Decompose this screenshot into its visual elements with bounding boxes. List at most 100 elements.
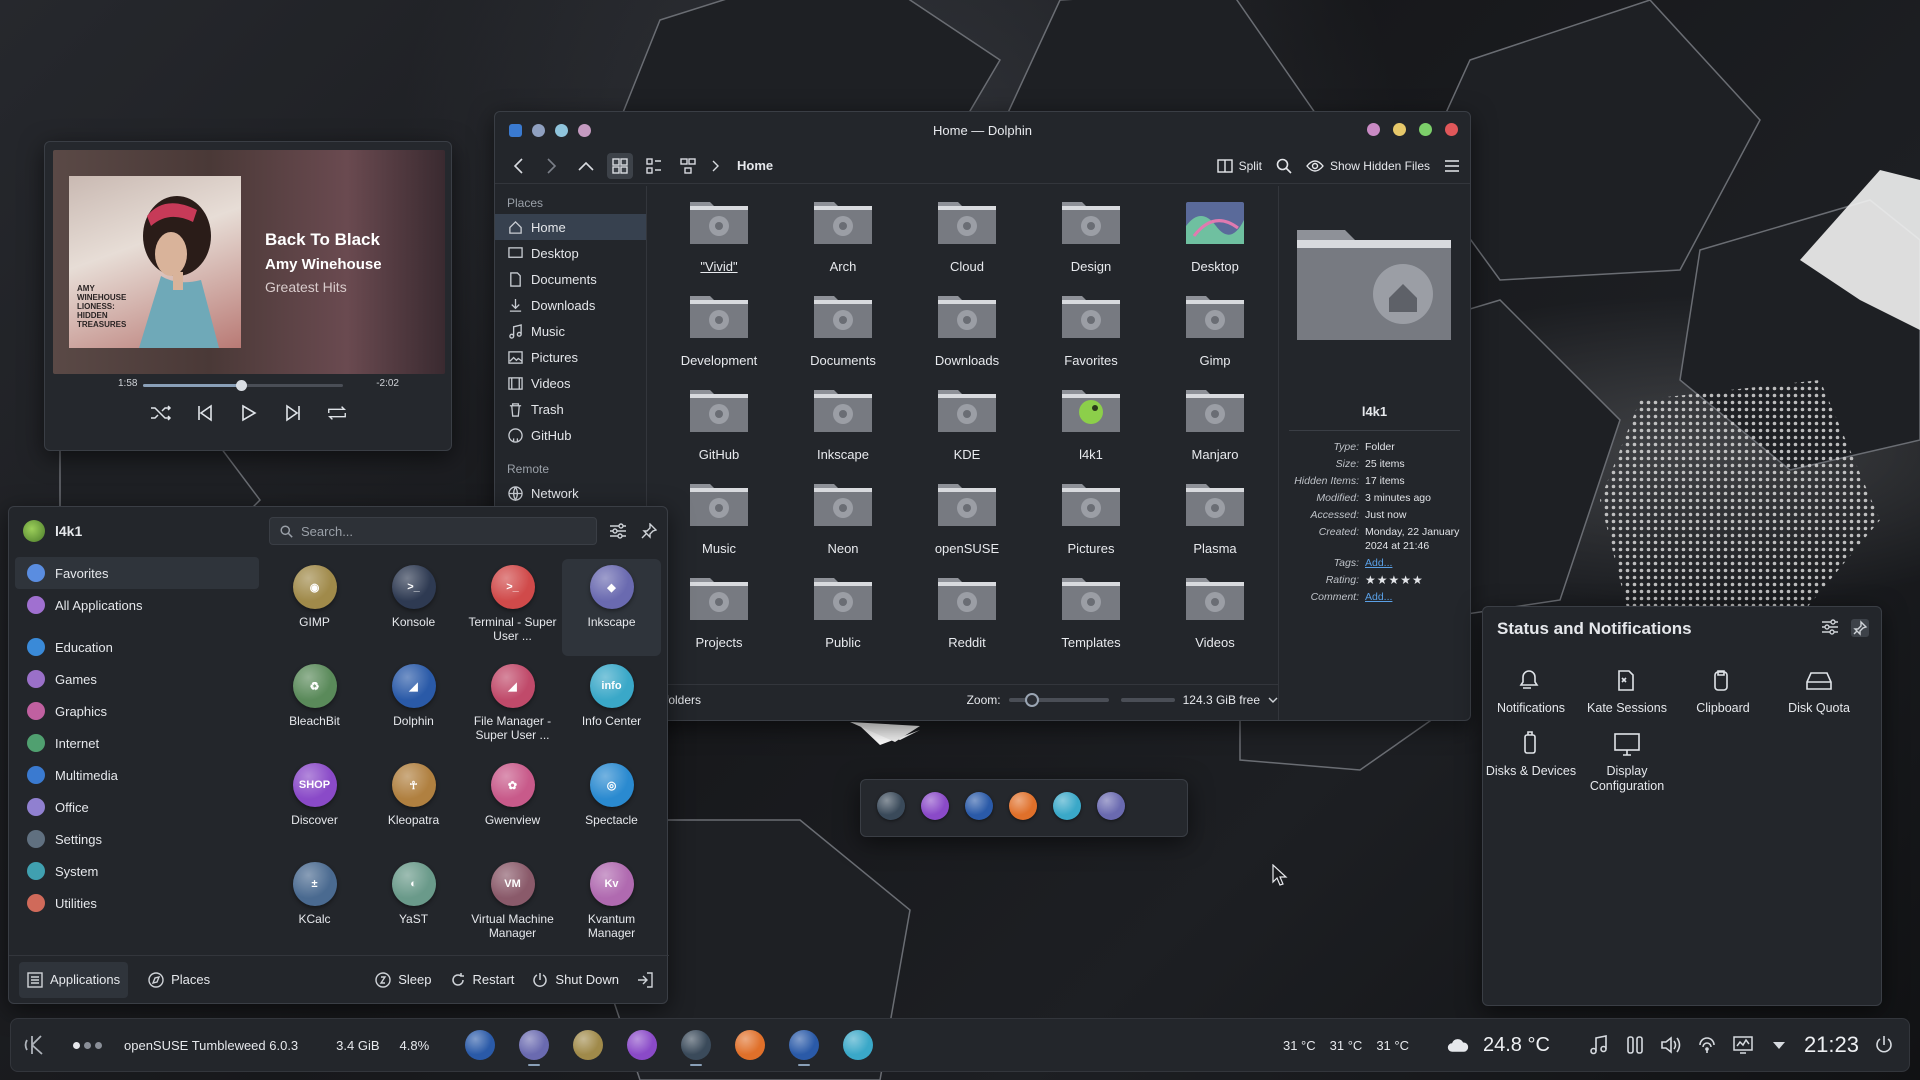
folder-item[interactable]: Cloud <box>905 192 1029 278</box>
app-inkscape[interactable]: ◆ Inkscape <box>562 559 661 656</box>
places-item-trash[interactable]: Trash <box>495 396 646 422</box>
leave-button[interactable] <box>629 962 661 998</box>
window-titlebar[interactable]: Home — Dolphin <box>495 112 1470 148</box>
folder-item[interactable]: Music <box>657 474 781 560</box>
app-gwenview[interactable]: ✿ Gwenview <box>463 757 562 854</box>
seek-bar[interactable]: 1:58 -2:02 <box>55 375 445 393</box>
applications-tab[interactable]: Applications <box>19 961 129 998</box>
app-virtual-machine-manager[interactable]: VM Virtual Machine Manager <box>463 856 562 953</box>
taskbar-app-icon[interactable] <box>735 1030 766 1060</box>
folder-item[interactable]: Videos <box>1153 568 1277 654</box>
places-tab[interactable]: Places <box>140 962 218 998</box>
places-item-music[interactable]: Music <box>495 318 646 344</box>
tray-expand-icon[interactable] <box>1768 1034 1790 1056</box>
info-add-link[interactable]: Add... <box>1365 556 1465 570</box>
avatar[interactable] <box>23 520 45 542</box>
taskbar-app-icon[interactable] <box>519 1030 550 1066</box>
weather-icon[interactable] <box>1447 1034 1469 1056</box>
folder-item[interactable]: Gimp <box>1153 286 1277 372</box>
details-view-icon[interactable] <box>675 153 701 179</box>
folder-item[interactable]: l4k1 <box>1029 380 1153 466</box>
show-hidden-files-button[interactable]: Show Hidden Files <box>1306 159 1430 173</box>
info-value[interactable]: ★★★★★ <box>1365 573 1465 587</box>
dock-app-icon[interactable] <box>1053 792 1081 820</box>
folder-item[interactable]: Public <box>781 568 905 654</box>
power-icon[interactable] <box>1873 1034 1895 1056</box>
folder-item[interactable]: Downloads <box>905 286 1029 372</box>
category-internet[interactable]: Internet <box>15 727 259 759</box>
close-button[interactable] <box>1445 123 1458 136</box>
app-kvantum-manager[interactable]: Kv Kvantum Manager <box>562 856 661 953</box>
user-profile[interactable]: l4k1 <box>9 520 261 542</box>
back-icon[interactable] <box>505 153 531 179</box>
configure-icon[interactable] <box>609 523 627 539</box>
category-settings[interactable]: Settings <box>15 823 259 855</box>
folder-item[interactable]: Favorites <box>1029 286 1153 372</box>
split-button[interactable]: Split <box>1216 158 1262 174</box>
folder-item[interactable]: Inkscape <box>781 380 905 466</box>
folder-item[interactable]: GitHub <box>657 380 781 466</box>
configure-icon[interactable] <box>1821 619 1839 635</box>
clock[interactable]: 21:23 <box>1804 1032 1859 1058</box>
pin-icon[interactable] <box>641 523 657 539</box>
places-item-videos[interactable]: Videos <box>495 370 646 396</box>
hamburger-menu-button[interactable] <box>1444 159 1460 173</box>
app-discover[interactable]: SHOP Discover <box>265 757 364 854</box>
restart-button[interactable]: Restart <box>442 962 523 998</box>
folder-item[interactable]: Plasma <box>1153 474 1277 560</box>
folder-item[interactable]: Development <box>657 286 781 372</box>
breadcrumb[interactable]: Home <box>737 158 773 173</box>
places-item-desktop[interactable]: Desktop <box>495 240 646 266</box>
maximize-button[interactable] <box>1419 123 1432 136</box>
folder-item[interactable]: Design <box>1029 192 1153 278</box>
folder-item[interactable]: Projects <box>657 568 781 654</box>
folder-item[interactable]: Desktop <box>1153 192 1277 278</box>
category-office[interactable]: Office <box>15 791 259 823</box>
minimize-button[interactable] <box>1393 123 1406 136</box>
folder-item[interactable]: Manjaro <box>1153 380 1277 466</box>
folder-item[interactable]: KDE <box>905 380 1029 466</box>
folder-item[interactable]: "Vivid" <box>657 192 781 278</box>
places-item-pictures[interactable]: Pictures <box>495 344 646 370</box>
taskbar-app-icon[interactable] <box>573 1030 604 1060</box>
dock-app-icon[interactable] <box>1097 792 1125 820</box>
category-graphics[interactable]: Graphics <box>15 695 259 727</box>
zoom-slider[interactable] <box>1008 692 1109 707</box>
chevron-down-icon[interactable] <box>1268 696 1278 704</box>
app-launcher-button[interactable] <box>17 1025 57 1065</box>
repeat-icon[interactable] <box>326 402 348 424</box>
dock-app-icon[interactable] <box>965 792 993 820</box>
system-monitor-icon[interactable] <box>1732 1034 1754 1056</box>
seek-track[interactable] <box>143 380 343 391</box>
dock-app-icon[interactable] <box>921 792 949 820</box>
search-button[interactable] <box>1276 158 1292 174</box>
app-terminal-super-user[interactable]: >_ Terminal - Super User ... <box>463 559 562 656</box>
seek-handle[interactable] <box>236 380 247 391</box>
status-item-clipboard[interactable]: Clipboard <box>1675 667 1771 716</box>
play-icon[interactable] <box>238 402 260 424</box>
sleep-button[interactable]: Sleep <box>367 962 439 998</box>
places-item-home[interactable]: Home <box>495 214 646 240</box>
status-item-display-configuration[interactable]: Display Configuration <box>1579 730 1675 794</box>
folder-item[interactable]: Documents <box>781 286 905 372</box>
folder-item[interactable]: Pictures <box>1029 474 1153 560</box>
places-item-downloads[interactable]: Downloads <box>495 292 646 318</box>
volume-icon[interactable] <box>1660 1034 1682 1056</box>
music-icon[interactable] <box>1588 1034 1610 1056</box>
zoom-handle[interactable] <box>1024 692 1039 707</box>
shuffle-icon[interactable] <box>150 402 172 424</box>
app-info-center[interactable]: info Info Center <box>562 658 661 755</box>
status-item-kate-sessions[interactable]: Kate Sessions <box>1579 667 1675 716</box>
taskbar-app-icon[interactable] <box>465 1030 496 1060</box>
places-item-documents[interactable]: Documents <box>495 266 646 292</box>
status-item-disk-quota[interactable]: Disk Quota <box>1771 667 1867 716</box>
status-item-notifications[interactable]: Notifications <box>1483 667 1579 716</box>
pager-dot[interactable] <box>95 1041 102 1049</box>
app-dolphin[interactable]: ◢ Dolphin <box>364 658 463 755</box>
category-multimedia[interactable]: Multimedia <box>15 759 259 791</box>
app-gimp[interactable]: ◉ GIMP <box>265 559 364 656</box>
folder-item[interactable]: openSUSE <box>905 474 1029 560</box>
category-education[interactable]: Education <box>15 631 259 663</box>
network-icon[interactable] <box>1696 1034 1718 1056</box>
keep-above-button[interactable] <box>1367 123 1380 136</box>
